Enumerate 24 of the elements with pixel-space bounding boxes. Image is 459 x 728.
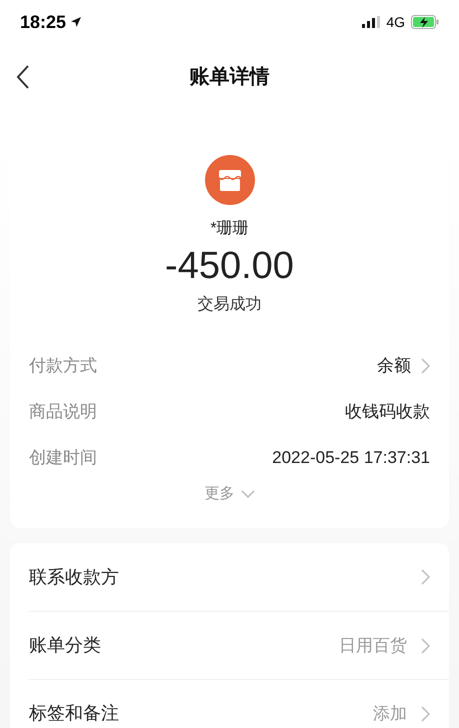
location-arrow-icon	[70, 16, 82, 28]
chevron-right-icon	[421, 569, 430, 585]
battery-charging-icon	[411, 15, 439, 29]
signal-icon	[362, 16, 380, 28]
detail-label: 创建时间	[29, 447, 97, 470]
network-label: 4G	[386, 12, 405, 32]
status-time: 18:25	[20, 10, 66, 34]
amount: -450.00	[165, 244, 294, 289]
detail-label: 付款方式	[29, 355, 97, 378]
action-row[interactable]: 标签和备注 添加	[29, 679, 449, 728]
detail-value: 2022-05-25 17:37:31	[272, 447, 430, 470]
page-title: 账单详情	[190, 64, 270, 90]
shop-icon	[204, 155, 254, 205]
transaction-status: 交易成功	[198, 294, 262, 315]
chevron-down-icon	[240, 490, 254, 498]
payee-name: *珊珊	[210, 219, 249, 239]
chevron-right-icon	[421, 638, 430, 654]
action-row[interactable]: 账单分类 日用百货	[29, 611, 449, 679]
detail-value: 收钱码收款	[345, 401, 430, 424]
detail-label: 商品说明	[29, 401, 97, 424]
detail-value: 余额	[377, 355, 411, 378]
chevron-right-icon	[421, 706, 430, 722]
chevron-right-icon	[421, 358, 430, 374]
action-row[interactable]: 联系收款方	[29, 543, 449, 611]
